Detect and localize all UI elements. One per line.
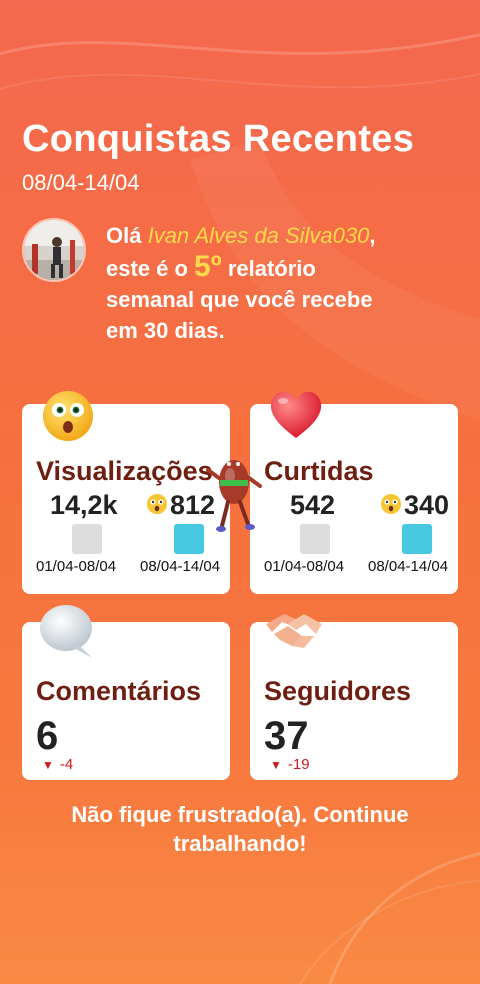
username[interactable]: Ivan Alves da Silva030 [148, 223, 370, 248]
astonished-face-icon [147, 494, 167, 514]
heart-icon [270, 391, 322, 438]
followers-label: Seguidores [264, 676, 412, 706]
report-number: 5º [194, 250, 222, 283]
greeting-text: Olá Ivan Alves da Silva030, este é o 5º … [106, 223, 376, 343]
avatar[interactable] [22, 218, 86, 282]
comments-label: Comentários [36, 676, 202, 706]
views-previous-value: 14,2k [50, 490, 118, 520]
likes-label: Curtidas [264, 456, 374, 486]
likes-current-period: 08/04-14/04 [368, 558, 449, 575]
comments-delta: ▼ -4 [42, 756, 74, 773]
avatar-image [24, 220, 84, 280]
previous-period-bar [300, 524, 330, 554]
views-current-period: 08/04-14/04 [140, 558, 221, 575]
current-period-bar [402, 524, 432, 554]
likes-current-value: 340 [404, 490, 450, 520]
comments-value: 6 [36, 714, 59, 758]
likes-previous-value: 542 [290, 490, 336, 520]
date-range: 08/04-14/04 [22, 170, 140, 195]
followers-delta: ▼ -19 [270, 756, 310, 773]
speech-bubble-icon [40, 605, 92, 658]
views-previous-period: 01/04-08/04 [36, 558, 117, 575]
current-period-bar [174, 524, 204, 554]
astonished-face-icon [381, 494, 401, 514]
down-triangle-icon: ▼ [270, 758, 282, 772]
handshake-icon [266, 614, 322, 648]
likes-previous-period: 01/04-08/04 [264, 558, 345, 575]
previous-period-bar [72, 524, 102, 554]
views-label: Visualizações [36, 456, 213, 486]
encouragement-message: Não fique frustrado(a). Continue trabalh… [71, 802, 409, 856]
page-title: Conquistas Recentes [22, 118, 415, 160]
followers-value: 37 [264, 714, 309, 758]
dancing-bean-mascot-icon [206, 460, 262, 532]
down-triangle-icon: ▼ [42, 758, 54, 772]
surprised-face-icon [43, 391, 93, 441]
